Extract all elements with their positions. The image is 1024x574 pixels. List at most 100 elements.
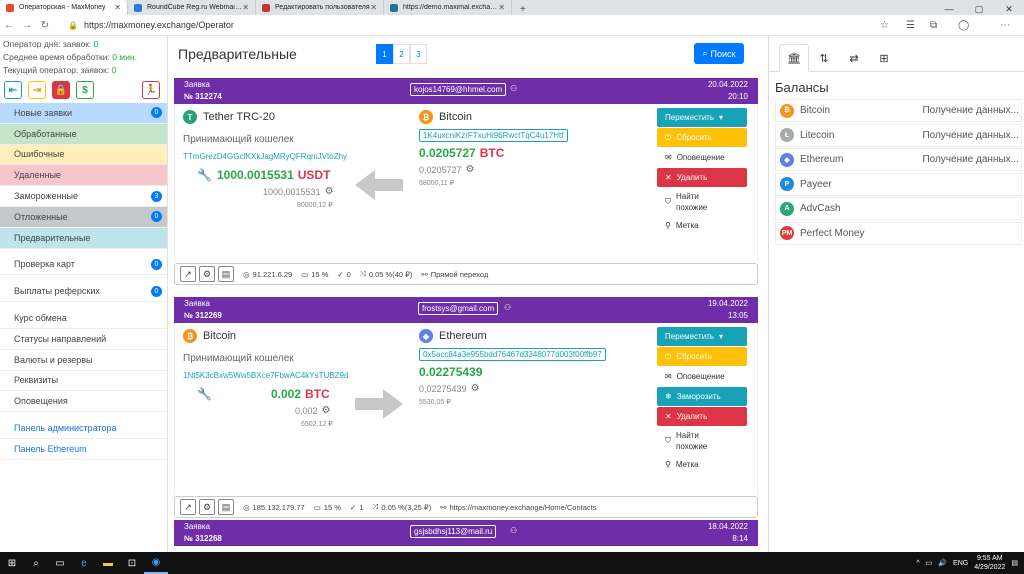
tab-close-icon[interactable]: ✕ — [114, 3, 121, 12]
running-man-icon[interactable]: 🏃 — [142, 81, 160, 99]
move-button[interactable]: Переместить ▾ — [657, 108, 747, 127]
user-icon[interactable]: ⚇ — [510, 84, 517, 93]
sidebar-item[interactable]: Предварительные — [0, 227, 167, 249]
reload-icon[interactable]: ↻ — [36, 20, 54, 31]
gear-icon[interactable]: ⚙ — [471, 383, 480, 394]
sidebar-item[interactable]: Обработанные — [0, 123, 167, 145]
order-email[interactable]: kojos14769@hhmel.com — [410, 83, 507, 96]
chart-icon[interactable]: ↗ — [180, 266, 196, 282]
logout-icon[interactable]: ⇤ — [4, 81, 22, 99]
sidebar-item[interactable]: Курс обмена — [0, 308, 167, 329]
reset-button[interactable]: ⏻ Сбросить — [657, 128, 747, 147]
comment-icon[interactable]: ▤ — [218, 499, 234, 515]
edge-active-icon[interactable]: ◉ — [144, 552, 168, 574]
minimize-button[interactable]: — — [934, 4, 964, 15]
browser-tab[interactable]: https://demo.maximal.exchange ✕ — [384, 0, 512, 15]
delete-button[interactable]: ✕ Удалить — [657, 407, 747, 426]
balance-item[interactable]: A AdvCash — [775, 197, 1022, 221]
user-icon[interactable]: ⚇ — [504, 303, 511, 312]
sidebar-item[interactable]: Выплаты реферских 0 — [0, 281, 167, 303]
language-indicator[interactable]: ENG — [953, 560, 968, 567]
comment-icon[interactable]: ▤ — [218, 266, 234, 282]
lock-icon[interactable]: 🔒 — [52, 81, 70, 99]
folder-icon[interactable]: ▬ — [96, 552, 120, 574]
page-button[interactable]: 1 — [376, 44, 393, 64]
balance-item[interactable]: Ł Litecoin Получение данных... — [775, 123, 1022, 147]
bank-icon[interactable]: 🏛 — [779, 44, 809, 72]
to-wallet[interactable]: 1K4uxcniKzrFTxuHi96RwctTqC4u17Htf — [419, 129, 568, 142]
balance-item[interactable]: P Payeer — [775, 172, 1022, 196]
delete-button[interactable]: ✕ Удалить — [657, 168, 747, 187]
order-email[interactable]: gsjsbdhsj113@mail.ru — [410, 525, 497, 538]
from-wallet[interactable]: TTmGrezD4GGcfKXkJagMRyQFRqmJVtoZhy — [183, 152, 347, 161]
network-icon[interactable]: ▭ — [926, 559, 933, 567]
back-icon[interactable]: ← — [0, 20, 18, 31]
settings-icon[interactable]: ⚙ — [199, 266, 215, 282]
windows-start-icon[interactable]: ⊞ — [0, 552, 24, 574]
sidebar-item[interactable]: Статусы направлений — [0, 328, 167, 350]
page-button[interactable]: 3 — [410, 44, 427, 64]
gear-icon[interactable]: ⚙ — [322, 405, 331, 416]
tab-close-icon[interactable]: ✕ — [498, 3, 505, 12]
sidebar-item[interactable]: Реквизиты — [0, 370, 167, 392]
browser-tab[interactable]: Редактировать пользователя ✕ — [256, 0, 384, 15]
add-box-icon[interactable]: ⊞ — [869, 44, 899, 72]
sidebar-item[interactable]: Удаленные — [0, 165, 167, 187]
wrench-icon[interactable]: 🔧 — [197, 387, 212, 401]
move-button[interactable]: Переместить ▾ — [657, 327, 747, 346]
collections-icon[interactable]: ⧉ — [930, 15, 937, 36]
settings-icon[interactable]: ⚙ — [199, 499, 215, 515]
browser-tab[interactable]: Операторская - MaxMoney ✕ — [0, 0, 128, 15]
balance-item[interactable]: PM Perfect Money — [775, 221, 1022, 245]
store-icon[interactable]: ⊡ — [120, 552, 144, 574]
tag-button[interactable]: ⚲ Метка — [657, 216, 747, 235]
order-email[interactable]: frostsys@gmail.com — [418, 302, 499, 315]
star-icon[interactable]: ☆ — [880, 15, 889, 36]
wrench-icon[interactable]: 🔧 — [197, 168, 212, 182]
notify-button[interactable]: ✉ Оповещение — [657, 367, 747, 386]
dollar-icon[interactable]: $ — [76, 81, 94, 99]
gear-icon[interactable]: ⚙ — [466, 164, 475, 175]
tag-button[interactable]: ⚲ Метка — [657, 455, 747, 474]
tab-close-icon[interactable]: ✕ — [370, 3, 377, 12]
sidebar-item[interactable]: Оповещения — [0, 391, 167, 413]
sidebar-item[interactable]: Новые заявки 0 — [0, 103, 167, 124]
reset-button[interactable]: ⏻ Сбросить — [657, 347, 747, 366]
find-similar-button[interactable]: ⛉ Найти похожие — [657, 427, 747, 454]
tray-chevron-icon[interactable]: ^ — [916, 560, 919, 567]
forward-icon[interactable]: → — [18, 20, 36, 31]
sidebar-item[interactable]: Отложенные 0 — [0, 206, 167, 228]
sidebar-item[interactable]: Валюты и резервы — [0, 349, 167, 371]
freeze-button[interactable]: ❄ Заморозить — [657, 387, 747, 406]
to-wallet[interactable]: 0x5acc84a3e955bdd76467d3348077d003f00ffb… — [419, 348, 606, 361]
profile-icon[interactable]: ◯ — [958, 15, 969, 36]
page-button[interactable]: 2 — [393, 44, 410, 64]
search-icon[interactable]: ⌕ — [24, 552, 48, 574]
sort-icon[interactable]: ⇅ — [809, 44, 839, 72]
new-tab-button[interactable]: + — [512, 4, 534, 15]
find-similar-button[interactable]: ⛉ Найти похожие — [657, 188, 747, 215]
browser-tab[interactable]: RoundCube Reg.ru Webmail :: В ✕ — [128, 0, 256, 15]
clock[interactable]: 9:55 AM 4/29/2022 — [974, 554, 1005, 572]
from-wallet[interactable]: 1Nt5K3cBxw5Ww5BXce7FbwAC4kYsTUBZ9d — [183, 371, 348, 380]
sidebar-item[interactable]: Ошибочные — [0, 144, 167, 166]
sidebar-item[interactable]: Проверка карт 0 — [0, 254, 167, 276]
search-button[interactable]: ⌕ Поиск — [694, 43, 744, 64]
tab-close-icon[interactable]: ✕ — [242, 3, 249, 12]
url-field[interactable]: 🔒 https://maxmoney.exchange/Operator — [68, 20, 234, 30]
task-view-icon[interactable]: ▭ — [48, 552, 72, 574]
more-icon[interactable]: ⋯ — [1000, 15, 1010, 36]
exchange-icon[interactable]: ⇄ — [839, 44, 869, 72]
close-window-button[interactable]: ✕ — [994, 4, 1024, 15]
sidebar-item[interactable]: Панель Ethereum — [0, 438, 167, 460]
chart-icon[interactable]: ↗ — [180, 499, 196, 515]
gear-icon[interactable]: ⚙ — [325, 186, 334, 197]
notifications-icon[interactable]: ▤ — [1011, 559, 1018, 567]
maximize-button[interactable]: ▢ — [964, 4, 994, 15]
favorites-icon[interactable]: ☰ — [906, 15, 915, 36]
balance-item[interactable]: ◆ Ethereum Получение данных... — [775, 148, 1022, 172]
edge-icon[interactable]: e — [72, 552, 96, 574]
login-icon[interactable]: ⇥ — [28, 81, 46, 99]
user-icon[interactable]: ⚇ — [510, 526, 517, 535]
sidebar-item[interactable]: Панель администратора — [0, 418, 167, 439]
